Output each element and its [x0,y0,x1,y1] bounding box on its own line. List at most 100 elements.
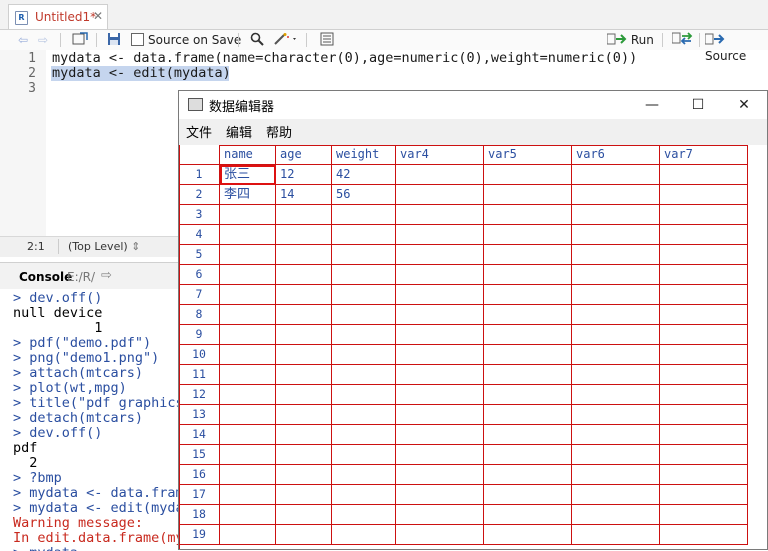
grid-cell[interactable] [332,365,396,385]
grid-cell[interactable] [220,405,276,425]
grid-cell[interactable] [484,285,572,305]
grid-cell[interactable] [276,525,332,545]
minimize-button[interactable]: — [629,91,675,119]
back-arrow-icon[interactable]: ⇦ [18,32,28,48]
grid-cell[interactable] [220,525,276,545]
document-outline-icon[interactable] [320,32,334,48]
grid-cell[interactable] [572,425,660,445]
grid-cell[interactable] [572,185,660,205]
grid-cell[interactable] [220,205,276,225]
save-icon[interactable] [107,32,121,48]
row-header[interactable]: 9 [179,325,220,345]
close-icon[interactable]: ✕ [93,9,103,23]
editor-tab-untitled1[interactable]: R Untitled1* ✕ [8,4,108,29]
column-header[interactable]: var6 [572,145,660,165]
grid-cell[interactable] [396,425,484,445]
grid-cell[interactable] [220,425,276,445]
grid-cell[interactable] [572,225,660,245]
grid-cell[interactable] [396,285,484,305]
grid-cell[interactable] [220,225,276,245]
grid-cell[interactable] [396,465,484,485]
grid-cell[interactable] [332,525,396,545]
grid-cell[interactable] [572,245,660,265]
grid-cell[interactable]: 42 [332,165,396,185]
grid-cell[interactable] [572,445,660,465]
grid-cell[interactable] [660,185,748,205]
grid-cell[interactable] [484,525,572,545]
grid-cell[interactable] [332,425,396,445]
show-in-window-icon[interactable] [72,32,88,48]
grid-cell[interactable] [276,385,332,405]
grid-cell[interactable] [660,385,748,405]
grid-cell[interactable] [332,245,396,265]
grid-cell[interactable] [220,245,276,265]
grid-cell[interactable] [396,305,484,325]
grid-cell[interactable] [276,245,332,265]
row-header[interactable]: 8 [179,305,220,325]
grid-cell[interactable] [332,465,396,485]
grid-cell[interactable] [396,405,484,425]
column-header[interactable]: weight [332,145,396,165]
forward-arrow-icon[interactable]: ⇨ [38,32,48,48]
grid-cell[interactable] [572,505,660,525]
grid-cell[interactable] [484,345,572,365]
grid-cell[interactable] [220,385,276,405]
grid-cell[interactable] [220,265,276,285]
grid-cell[interactable] [396,205,484,225]
grid-cell[interactable] [484,385,572,405]
code-line[interactable]: mydata <- edit(mydata) [52,65,231,81]
row-header[interactable]: 4 [179,225,220,245]
grid-cell[interactable] [660,445,748,465]
menu-file[interactable]: 文件 [186,122,212,141]
grid-cell[interactable] [220,325,276,345]
grid-cell[interactable] [276,265,332,285]
grid-cell[interactable] [332,345,396,365]
grid-cell[interactable] [396,505,484,525]
grid-cell[interactable] [332,205,396,225]
row-header[interactable]: 5 [179,245,220,265]
row-header[interactable]: 18 [179,505,220,525]
grid-cell[interactable] [484,185,572,205]
close-button[interactable]: ✕ [721,91,767,119]
grid-cell[interactable] [572,165,660,185]
grid-cell[interactable] [660,245,748,265]
grid-cell[interactable] [332,505,396,525]
column-header[interactable]: var4 [396,145,484,165]
row-header[interactable]: 11 [179,365,220,385]
row-header[interactable]: 6 [179,265,220,285]
grid-cell[interactable] [332,285,396,305]
grid-cell[interactable] [484,325,572,345]
grid-cell[interactable] [660,485,748,505]
grid-cell[interactable] [660,325,748,345]
grid-cell[interactable] [484,505,572,525]
grid-cell[interactable] [572,465,660,485]
grid-cell[interactable] [660,525,748,545]
grid-cell[interactable] [484,485,572,505]
maximize-button[interactable]: ☐ [675,91,721,119]
row-header[interactable]: 14 [179,425,220,445]
grid-cell[interactable] [484,205,572,225]
grid-cell[interactable] [396,485,484,505]
grid-cell[interactable] [220,485,276,505]
rerun-icon[interactable] [671,32,694,48]
menu-help[interactable]: 帮助 [266,122,292,141]
row-header[interactable]: 10 [179,345,220,365]
grid-cell[interactable] [220,285,276,305]
grid-cell[interactable] [332,325,396,345]
grid-cell[interactable] [572,365,660,385]
grid-cell[interactable] [396,245,484,265]
grid-cell[interactable] [572,525,660,545]
grid-cell[interactable] [276,345,332,365]
grid-cell[interactable] [396,345,484,365]
grid-cell[interactable] [276,365,332,385]
grid-cell[interactable] [276,445,332,465]
grid-cell[interactable] [396,325,484,345]
grid-cell[interactable] [484,265,572,285]
grid-cell[interactable] [660,365,748,385]
active-grid-cell[interactable]: 张三 [220,165,276,185]
grid-cell[interactable] [484,245,572,265]
grid-cell[interactable]: 14 [276,185,332,205]
grid-cell[interactable] [332,305,396,325]
grid-cell[interactable] [332,225,396,245]
go-to-directory-icon[interactable]: ⇨ [101,268,112,283]
